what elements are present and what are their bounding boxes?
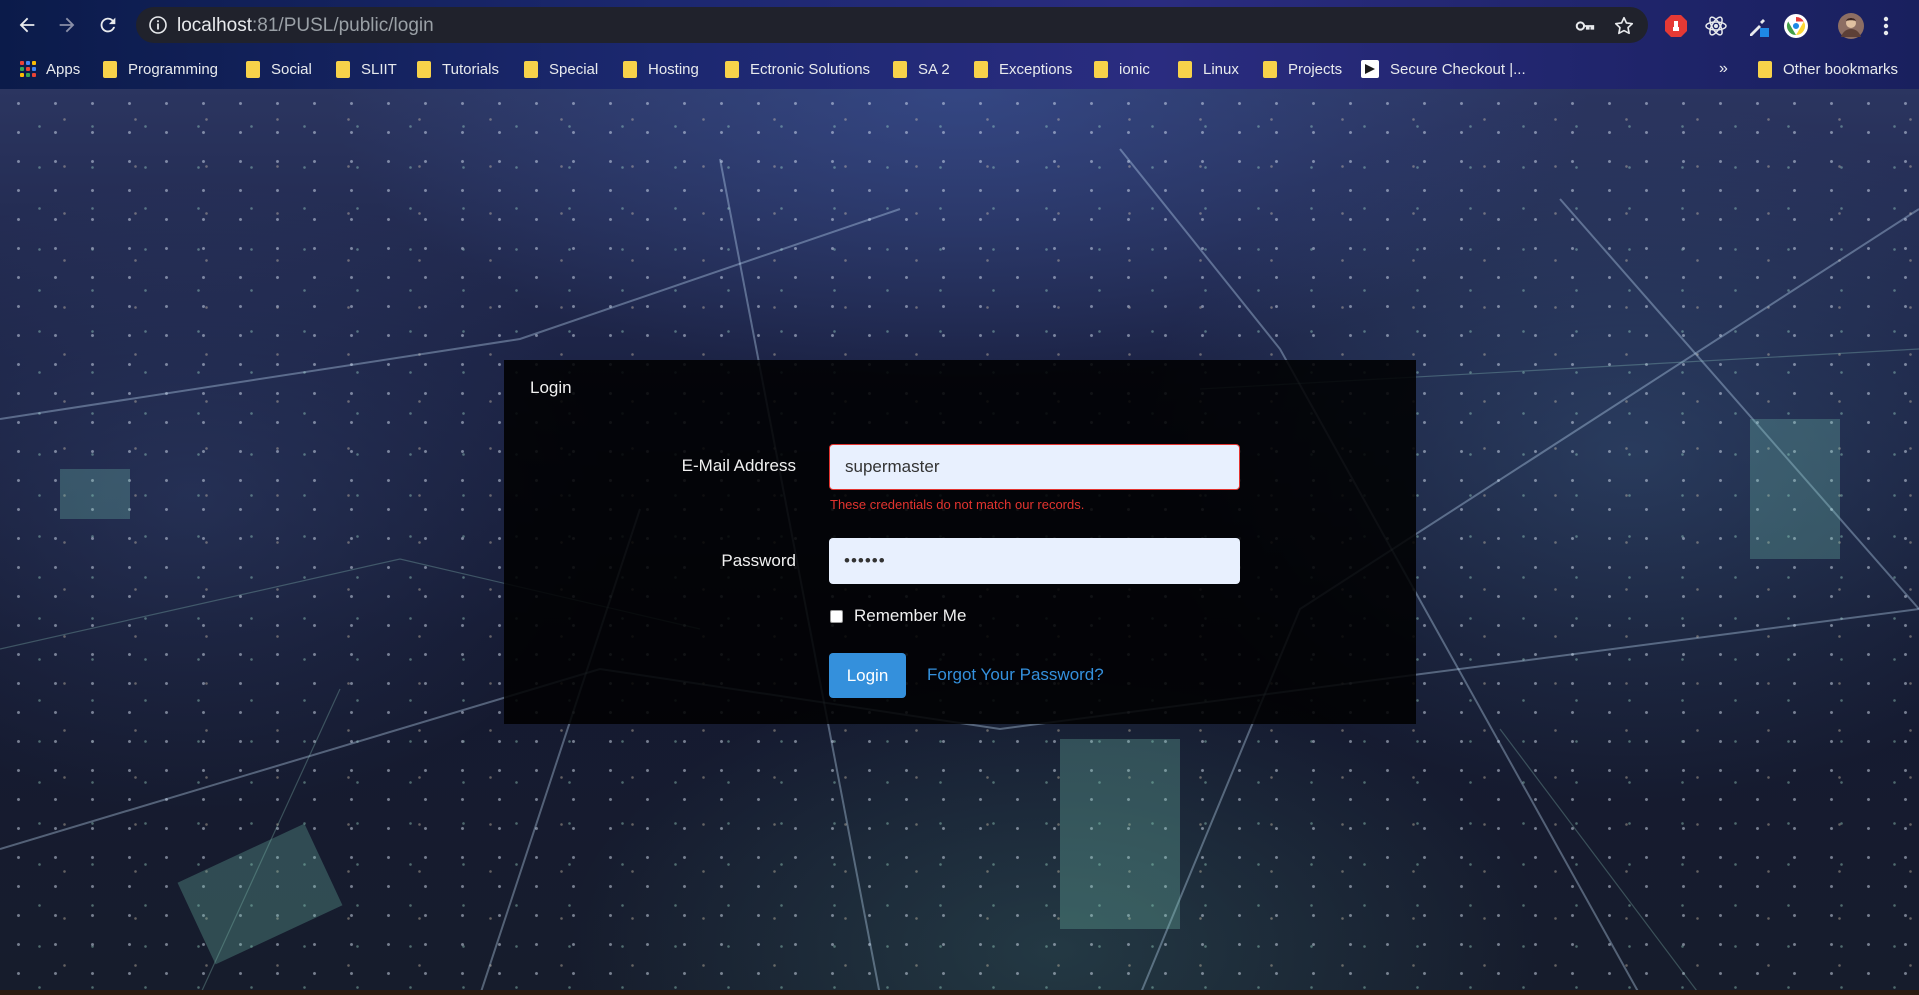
- bookmark-folder-special[interactable]: Special: [524, 58, 598, 80]
- folder-icon: [524, 60, 538, 78]
- folder-icon: [974, 60, 988, 78]
- folder-icon: [246, 60, 260, 78]
- bookmark-folder-other[interactable]: Other bookmarks: [1758, 58, 1898, 80]
- url-text[interactable]: localhost:81/PUSL/public/login: [177, 15, 434, 37]
- browser-toolbar: localhost:81/PUSL/public/login: [0, 0, 1919, 50]
- forgot-password-link[interactable]: Forgot Your Password?: [927, 665, 1104, 685]
- bookmark-label: Hosting: [648, 60, 699, 78]
- folder-icon: [103, 60, 117, 78]
- password-input[interactable]: ••••••: [829, 538, 1240, 584]
- bookmark-label: Apps: [46, 60, 81, 78]
- apps-grid-icon: [20, 61, 36, 77]
- folder-icon: [417, 60, 431, 78]
- bookmark-folder-sa2[interactable]: SA 2: [893, 58, 950, 80]
- adblock-icon[interactable]: [1663, 13, 1689, 39]
- login-card: Login E-Mail Address supermaster These c…: [504, 360, 1416, 724]
- page-bottom-border: [0, 990, 1919, 995]
- bookmark-label: Secure Checkout |...: [1390, 60, 1526, 78]
- folder-icon: [725, 60, 739, 78]
- address-bar[interactable]: localhost:81/PUSL/public/login: [136, 7, 1648, 43]
- back-icon: [19, 17, 35, 33]
- login-card-title: Login: [530, 378, 572, 397]
- bookmark-label: Exceptions: [999, 60, 1073, 78]
- back-button[interactable]: [12, 10, 42, 40]
- login-button[interactable]: Login: [829, 653, 906, 698]
- reload-icon: [100, 17, 116, 33]
- react-icon[interactable]: [1703, 13, 1729, 39]
- eyedropper-icon[interactable]: [1745, 13, 1771, 39]
- folder-icon: [893, 60, 907, 78]
- bookmark-label: Programming: [128, 60, 219, 78]
- remember-me-checkbox[interactable]: [830, 610, 843, 623]
- browser-chrome: localhost:81/PUSL/public/login Apps Prog…: [0, 0, 1919, 89]
- url-path: :81/PUSL/public/login: [252, 15, 434, 36]
- bookmark-label: Special: [549, 60, 599, 78]
- bookmark-label: Tutorials: [442, 60, 499, 78]
- bookmark-folder-social[interactable]: Social: [246, 58, 312, 80]
- folder-icon: [623, 60, 637, 78]
- bookmark-folder-tutorials[interactable]: Tutorials: [417, 58, 499, 80]
- bookmark-label: Social: [271, 60, 312, 78]
- bookmark-label: Projects: [1288, 60, 1343, 78]
- password-input-value: ••••••: [844, 551, 886, 570]
- bookmark-secure-checkout[interactable]: Secure Checkout |...: [1361, 58, 1526, 80]
- folder-icon: [1094, 60, 1108, 78]
- bookmark-folder-ionic[interactable]: ionic: [1094, 58, 1150, 80]
- bookmark-label: SLIIT: [361, 60, 397, 78]
- key-icon[interactable]: [1574, 15, 1596, 37]
- bookmark-folder-projects[interactable]: Projects: [1263, 58, 1342, 80]
- bookmark-label: ionic: [1119, 60, 1150, 78]
- bookmark-folder-sliit[interactable]: SLIIT: [336, 58, 397, 80]
- folder-icon: [1758, 60, 1772, 78]
- bookmark-folder-ectronic-solutions[interactable]: Ectronic Solutions: [725, 58, 870, 80]
- star-icon[interactable]: [1613, 15, 1635, 37]
- reload-button[interactable]: [93, 10, 123, 40]
- bookmark-label: Linux: [1203, 60, 1239, 78]
- bookmark-label: Ectronic Solutions: [750, 60, 871, 78]
- profile-avatar[interactable]: [1838, 13, 1864, 39]
- forward-button[interactable]: [52, 10, 82, 40]
- password-label: Password: [721, 551, 796, 570]
- more-vert-icon[interactable]: [1880, 13, 1892, 39]
- bookmark-folder-exceptions[interactable]: Exceptions: [974, 58, 1072, 80]
- bookmark-folder-hosting[interactable]: Hosting: [623, 58, 699, 80]
- email-input-value: supermaster: [845, 457, 940, 476]
- bookmark-apps[interactable]: Apps: [20, 58, 80, 80]
- bookmark-label: Other bookmarks: [1783, 60, 1899, 78]
- folder-icon: [1263, 60, 1277, 78]
- email-label: E-Mail Address: [681, 456, 796, 475]
- bookmarks-bar: Apps Programming Social SLIIT Tutorials …: [0, 50, 1919, 89]
- chrome-extension-icon[interactable]: [1783, 13, 1809, 39]
- bookmark-label: SA 2: [918, 60, 950, 78]
- remember-me-label[interactable]: Remember Me: [854, 606, 966, 626]
- info-icon[interactable]: [148, 15, 168, 35]
- page-favicon-icon: [1361, 60, 1379, 78]
- chevron-double-right-icon: »: [1719, 60, 1728, 77]
- folder-icon: [336, 60, 350, 78]
- bookmark-folder-programming[interactable]: Programming: [103, 58, 218, 80]
- bookmarks-overflow-button[interactable]: »: [1719, 58, 1728, 80]
- email-input[interactable]: supermaster: [829, 444, 1240, 490]
- folder-icon: [1178, 60, 1192, 78]
- bookmark-folder-linux[interactable]: Linux: [1178, 58, 1239, 80]
- forward-icon: [59, 17, 75, 33]
- email-error-message: These credentials do not match our recor…: [830, 497, 1085, 512]
- url-host: localhost: [177, 15, 252, 36]
